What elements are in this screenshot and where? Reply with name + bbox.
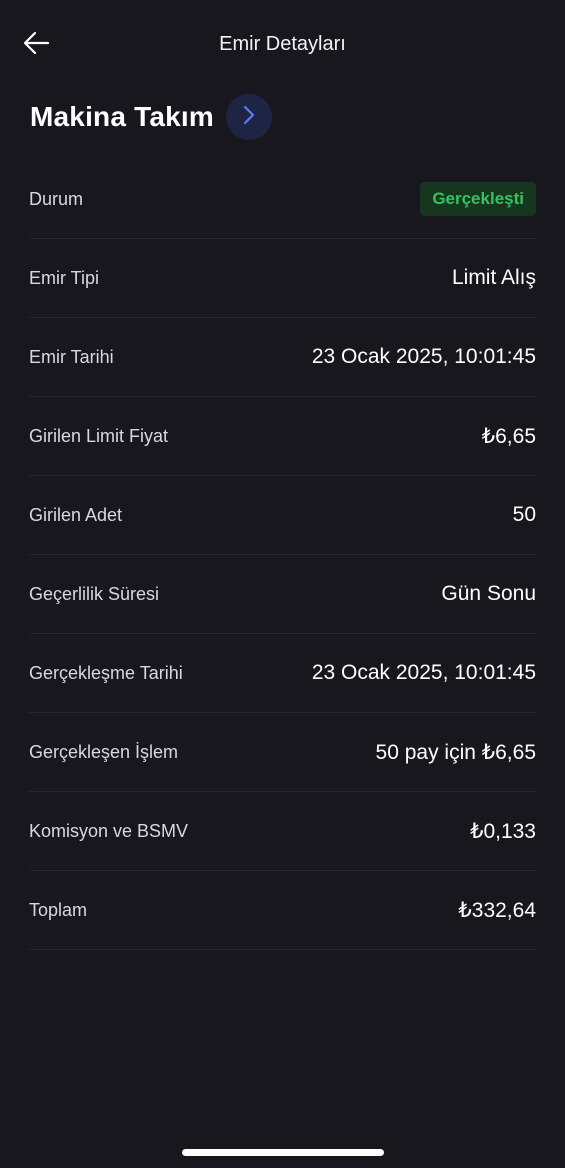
detail-row-limit-price: Girilen Limit Fiyat ₺6,65 [29,397,536,476]
detail-label: Emir Tarihi [29,346,114,367]
top-bar: Emir Detayları [0,0,565,90]
detail-row-executed-trade: Gerçekleşen İşlem 50 pay için ₺6,65 [29,713,536,792]
detail-value: Gün Sonu [441,582,536,605]
detail-label: Girilen Limit Fiyat [29,425,169,446]
detail-row-order-type: Emir Tipi Limit Alış [29,239,536,318]
detail-value: 23 Ocak 2025, 10:01:45 [311,345,536,368]
detail-value: ₺0,133 [470,819,536,843]
detail-label: Geçerlilik Süresi [29,583,160,604]
detail-label: Komisyon ve BSMV [29,820,189,841]
status-label: Durum [29,188,84,209]
detail-value: ₺332,64 [458,898,536,922]
detail-row-total: Toplam ₺332,64 [29,871,536,950]
detail-label: Toplam [29,899,88,920]
status-badge: Gerçekleşti [420,182,536,216]
detail-label: Gerçekleşen İşlem [29,741,179,762]
detail-value: 23 Ocak 2025, 10:01:45 [311,661,536,684]
instrument-header: Makina Takım [30,94,272,140]
detail-value: 50 pay için ₺6,65 [375,740,536,764]
order-details-list: Durum Gerçekleşti Emir Tipi Limit Alış E… [29,160,536,950]
detail-row-commission: Komisyon ve BSMV ₺0,133 [29,792,536,871]
detail-value: ₺6,65 [481,424,536,448]
chevron-right-icon [242,105,256,130]
detail-label: Gerçekleşme Tarihi [29,662,183,683]
instrument-detail-button[interactable] [225,94,272,140]
detail-label: Emir Tipi [29,267,100,288]
detail-value: Limit Alış [451,266,536,289]
detail-row-quantity: Girilen Adet 50 [29,476,536,555]
home-indicator[interactable] [182,1149,384,1156]
detail-row-validity: Geçerlilik Süresi Gün Sonu [29,555,536,634]
instrument-name[interactable]: Makina Takım [30,101,214,133]
detail-row-order-date: Emir Tarihi 23 Ocak 2025, 10:01:45 [29,318,536,397]
detail-value: 50 [512,503,536,526]
detail-row-status: Durum Gerçekleşti [29,160,536,239]
detail-label: Girilen Adet [29,504,123,525]
detail-row-execution-date: Gerçekleşme Tarihi 23 Ocak 2025, 10:01:4… [29,634,536,713]
page-title: Emir Detayları [219,33,346,55]
